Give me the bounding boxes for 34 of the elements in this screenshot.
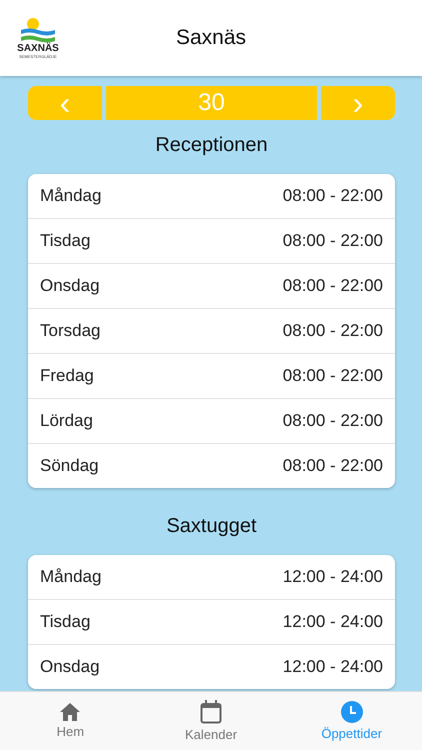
hours-text: 12:00 - 24:00 (282, 567, 383, 587)
calendar-icon (200, 700, 222, 724)
day-label: Måndag (40, 186, 102, 206)
section-title: Saxtugget (165, 515, 258, 538)
day-label: Tisdag (40, 612, 90, 632)
day-label: Onsdag (40, 276, 100, 296)
day-label: Lördag (40, 411, 93, 431)
day-label: Söndag (40, 456, 99, 476)
day-label: Tisdag (40, 231, 90, 251)
tab-item[interactable]: Hem (0, 692, 141, 750)
week-number: 30 (106, 86, 317, 120)
previous-button[interactable]: ‹ (28, 86, 102, 120)
section-title: Receptionen (154, 134, 269, 157)
clock-icon (340, 701, 363, 723)
logo-name: SAXNÄS (17, 44, 59, 54)
home-icon (60, 703, 80, 721)
day-label: Torsdag (40, 321, 100, 341)
page-title: Saxnäs (174, 26, 248, 50)
next-button[interactable]: › (321, 86, 395, 120)
hours-text: 08:00 - 22:00 (282, 231, 383, 251)
hours-text: 08:00 - 22:00 (282, 276, 383, 296)
logo-icon (21, 18, 55, 44)
hours-text: 08:00 - 22:00 (282, 321, 383, 341)
day-label: Fredag (40, 366, 94, 386)
day-label: Måndag (40, 567, 102, 587)
hours-text: 08:00 - 22:00 (282, 186, 383, 206)
hours-text: 12:00 - 24:00 (282, 657, 383, 677)
day-label: Onsdag (40, 657, 100, 677)
hours-text: 08:00 - 22:00 (282, 411, 383, 431)
hours-text: 12:00 - 24:00 (282, 612, 383, 632)
hours-text: 08:00 - 22:00 (282, 456, 383, 476)
tab-item[interactable]: Kalender (140, 692, 282, 750)
tab-item[interactable]: Öppettider (281, 692, 422, 750)
hours-text: 08:00 - 22:00 (282, 366, 383, 386)
